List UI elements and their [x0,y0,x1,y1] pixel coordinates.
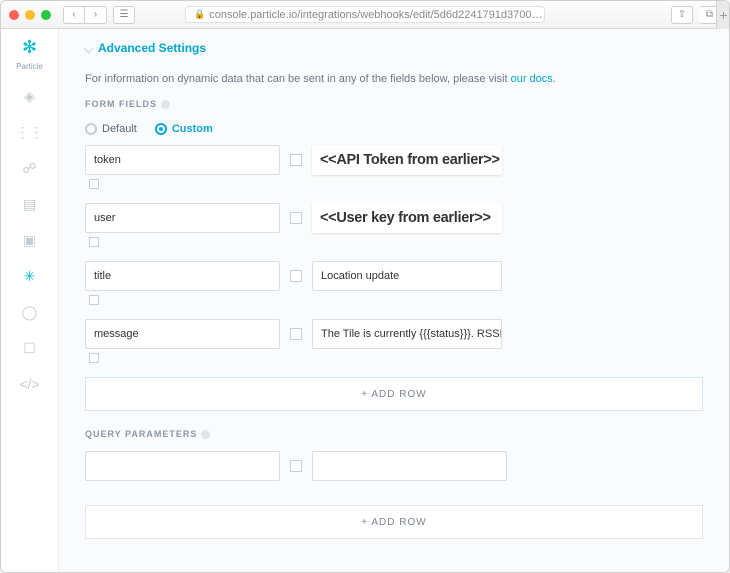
info-text: For information on dynamic data that can… [85,73,703,85]
browser-sidebar-toggle[interactable]: ☰ [113,6,135,24]
add-row-button-formfields[interactable]: + ADD ROW [85,377,703,411]
browser-url[interactable]: 🔒 console.particle.io/integrations/webho… [185,6,545,23]
row-checkbox-1[interactable] [290,212,302,224]
browser-forward-button[interactable]: › [85,6,107,24]
radio-default-circle [85,123,97,135]
nav-icon-console[interactable]: ▣ [19,229,41,251]
advanced-settings-toggle[interactable]: Advanced Settings [85,41,703,55]
radio-custom-circle [155,123,167,135]
help-icon[interactable] [161,100,170,109]
help-icon-2[interactable] [201,430,210,439]
docs-link[interactable]: our docs [511,73,553,85]
particle-logo-icon[interactable]: ✻ [22,37,37,58]
row-checkbox-2[interactable] [290,270,302,282]
radio-custom[interactable]: Custom [155,123,213,135]
nav-icon-auth[interactable]: ◯ [19,301,41,323]
query-params-heading: QUERY PARAMETERS [85,429,703,439]
qp-key-input-0[interactable] [85,451,280,481]
row-key-input-1[interactable]: user [85,203,280,233]
brand-label: Particle [16,62,43,71]
new-tab-button[interactable]: + [716,1,730,29]
row-subcheck-2[interactable] [89,295,99,305]
row-key-input-3[interactable]: message [85,319,280,349]
row-value-1: <<User key from earlier>> [320,210,491,226]
nav-icon-code[interactable]: </> [19,373,41,395]
radio-default-label: Default [102,123,137,135]
nav-icon-sim[interactable]: ☍ [19,157,41,179]
query-params-label-text: QUERY PARAMETERS [85,429,197,439]
radio-default[interactable]: Default [85,123,137,135]
row-value-2: Location update [321,270,399,282]
row-key-2: title [94,270,111,282]
row-value-input-3[interactable]: The Tile is currently {{{status}}}. RSSI… [312,319,502,349]
info-pre: For information on dynamic data that can… [85,73,511,85]
row-subcheck-1[interactable] [89,237,99,247]
form-fields-label-text: FORM FIELDS [85,99,157,109]
row-key-0: token [94,154,121,166]
row-value-input-2[interactable]: Location update [312,261,502,291]
url-text: console.particle.io/integrations/webhook… [209,9,542,21]
qp-checkbox-0[interactable] [290,460,302,472]
row-value-input-0[interactable]: <<API Token from earlier>> [312,145,502,175]
add-row-label-1: + ADD ROW [361,389,426,400]
row-value-0: <<API Token from earlier>> [320,152,500,168]
row-subcheck-3[interactable] [89,353,99,363]
advanced-settings-label: Advanced Settings [98,41,206,55]
nav-icon-integrations[interactable]: ✳ [19,265,41,287]
qp-value-input-0[interactable] [312,451,507,481]
window-minimize-button[interactable] [25,10,35,20]
row-value-3: The Tile is currently {{{status}}}. RSSI… [321,328,502,340]
nav-rail: ✻ Particle ◈ ⋮⋮ ☍ ▤ ▣ ✳ ◯ ☐ </> [1,29,59,572]
row-value-input-1[interactable]: <<User key from earlier>> [312,203,502,233]
browser-titlebar: ‹ › ☰ 🔒 console.particle.io/integrations… [1,1,729,29]
info-post: . [553,73,556,85]
main-content: Advanced Settings For information on dyn… [59,29,729,572]
nav-icon-products[interactable]: ⋮⋮ [19,121,41,143]
form-fields-heading: FORM FIELDS [85,99,703,109]
share-button[interactable]: ⇧ [671,6,693,24]
radio-custom-label: Custom [172,123,213,135]
browser-back-button[interactable]: ‹ [63,6,85,24]
window-zoom-button[interactable] [41,10,51,20]
lock-icon: 🔒 [194,9,205,20]
add-row-button-queryparams[interactable]: + ADD ROW [85,505,703,539]
nav-icon-events[interactable]: ☐ [19,337,41,359]
add-row-label-2: + ADD ROW [361,517,426,528]
row-subcheck-0[interactable] [89,179,99,189]
window-close-button[interactable] [9,10,19,20]
nav-icon-billing[interactable]: ▤ [19,193,41,215]
row-key-input-0[interactable]: token [85,145,280,175]
row-checkbox-3[interactable] [290,328,302,340]
nav-icon-cube[interactable]: ◈ [19,85,41,107]
row-checkbox-0[interactable] [290,154,302,166]
row-key-input-2[interactable]: title [85,261,280,291]
row-key-1: user [94,212,115,224]
row-key-3: message [94,328,139,340]
